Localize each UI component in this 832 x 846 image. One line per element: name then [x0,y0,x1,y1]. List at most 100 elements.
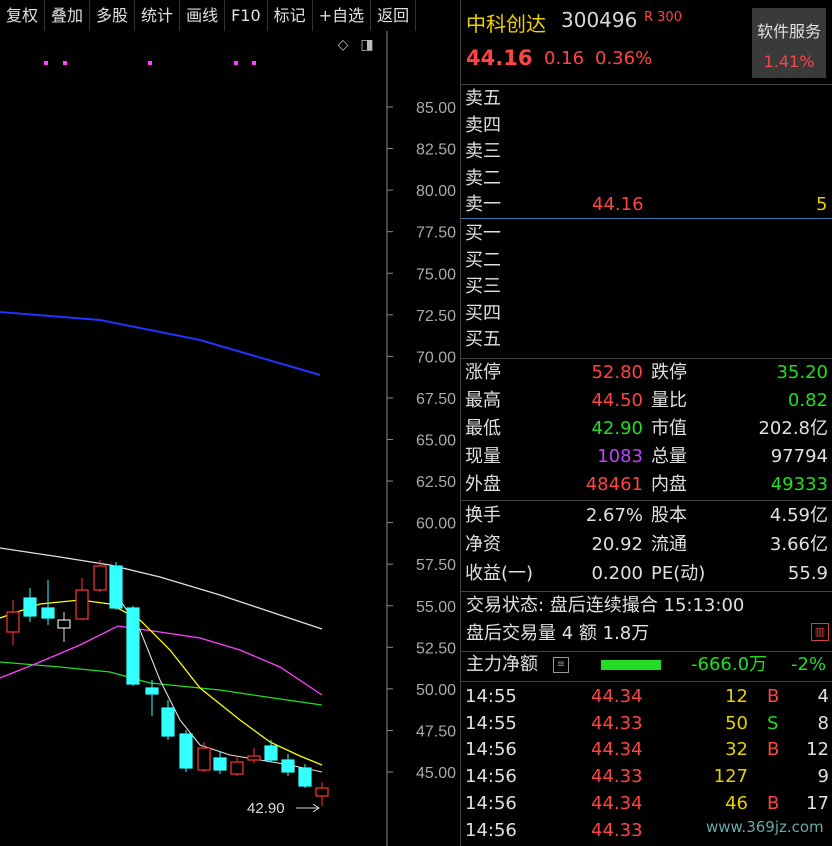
level-label: 买四 [465,302,501,324]
tick-row: 14:55 44.34 12 B 4 [461,684,832,710]
tick-volume: 32 [725,739,748,761]
candle-body [57,619,71,629]
price-tick-label: 70.00 [416,349,456,366]
bar-chart-icon[interactable]: ▥ [811,623,829,641]
stat-label: 现量 [465,446,501,467]
tick-volume: 46 [725,792,748,814]
candle-body [213,757,227,771]
toolbar-button[interactable]: 复权 [0,0,46,31]
kline-chart[interactable]: 85.00 82.50 80.00 77.50 75.00 72.50 70.00 67.50… [0,31,460,846]
r-badge: R 300 [644,10,682,25]
ma-line-green [0,661,323,706]
price-tick-label: 62.50 [416,474,456,491]
stat-value: 55.9 [787,563,828,584]
stats-row: 换手 2.67% 股本 4.59亿 [461,503,832,529]
stat-label: 股本 [651,505,687,526]
price-change-pct: 0.36% [595,48,653,69]
stat-label: 总量 [651,446,687,467]
bid-ask-divider [461,218,832,219]
toolbar-button[interactable]: 标记 [268,0,313,31]
order-book-row[interactable]: 卖二 [461,166,832,192]
order-book-row[interactable]: 卖四 [461,113,832,139]
main-flow-value: -666.0万 [691,654,768,675]
stat-value: 48461 [585,474,643,495]
stat-value: 2.67% [585,505,643,526]
stat-value: 35.20 [776,362,828,383]
level-label: 卖一 [465,194,501,215]
stats-row: 最低 42.90 市值 202.8亿 [461,416,832,442]
order-book-row[interactable]: 卖一 44.16 5 [461,192,832,218]
ma-line-white-short [109,584,323,773]
candle-body [109,565,123,609]
toolbar-button[interactable]: 叠加 [45,0,91,31]
stat-label: 净资 [465,534,501,555]
order-book-row[interactable]: 卖五 [461,86,832,112]
price-tick-label: 75.00 [416,266,456,283]
order-book-row[interactable]: 卖三 [461,139,832,165]
toolbar-button[interactable]: 多股 [90,0,136,31]
stat-value: 1083 [597,446,643,467]
ma-line-blue [0,311,321,376]
candle-body [197,747,211,771]
watermark: www.369jz.com [706,818,824,836]
stat-label: 收益(一) [465,563,534,584]
toolbar-button[interactable]: +自选 [313,0,372,31]
candle-body [315,787,329,797]
stat-label: 涨停 [465,362,501,383]
order-book-row[interactable]: 买一 [461,221,832,247]
stat-label: 市值 [651,418,687,439]
divider [461,358,832,359]
marker-dot [148,61,152,65]
tick-side: S [767,712,779,734]
order-book-row[interactable]: 买四 [461,301,832,327]
tick-row: 14:56 44.33 127 9 [461,764,832,790]
price-tick-label: 82.50 [416,142,456,159]
level-label: 卖四 [465,114,501,136]
stat-label: PE(动) [651,563,706,584]
tick-count: 8 [817,712,829,734]
divider [461,591,832,592]
diamond-icon[interactable]: ◇ [336,38,350,52]
toolbar-button[interactable]: 统计 [135,0,181,31]
tick-price: 44.34 [591,739,643,761]
order-book-row[interactable]: 买五 [461,327,832,353]
toolbar-button[interactable]: F10 [225,0,268,31]
sector-button[interactable]: 软件服务 1.41% [752,8,826,78]
stat-value: 42.90 [591,418,643,439]
tick-row: 14:56 44.34 32 B 12 [461,737,832,763]
tick-price: 44.33 [591,712,643,734]
level-label: 卖二 [465,167,501,189]
candle-body [298,767,312,787]
tick-price: 44.33 [591,766,643,788]
stats-row: 涨停 52.80 跌停 35.20 [461,360,832,386]
tick-time: 14:55 [465,686,517,707]
tick-side: B [767,739,780,761]
panel-toggle-icon[interactable]: ◨ [360,38,374,52]
level-label: 买二 [465,249,501,271]
toolbar-button[interactable]: 返回 [371,0,417,31]
main-flow-label: 主力净额 [466,654,538,675]
price-tick-label: 65.00 [416,433,456,450]
candle-body [126,607,140,685]
tick-time: 14:56 [465,766,517,788]
order-book-row[interactable]: 买三 [461,274,832,300]
tick-price: 44.33 [591,819,643,841]
order-book-row[interactable]: 买二 [461,248,832,274]
marker-dot [234,61,238,65]
tick-row: 14:55 44.33 50 S 8 [461,711,832,737]
level-label: 卖三 [465,141,501,162]
price-tick-label: 50.00 [416,682,456,699]
candle-body [161,707,175,737]
level-price: 44.16 [592,194,644,215]
tick-volume: 50 [725,712,748,734]
stat-value: 0.82 [787,390,828,411]
list-icon[interactable]: ≡ [553,657,569,673]
toolbar-button[interactable]: 画线 [180,0,226,31]
price-tick-label: 72.50 [416,308,456,325]
trade-status: 交易状态: 盘后连续撮合 15:13:00 [466,595,745,616]
candle-body [247,755,261,761]
candle-body [6,611,20,633]
stats-row: 外盘 48461 内盘 49333 [461,472,832,498]
tick-time: 14:56 [465,792,517,814]
divider [461,681,832,682]
